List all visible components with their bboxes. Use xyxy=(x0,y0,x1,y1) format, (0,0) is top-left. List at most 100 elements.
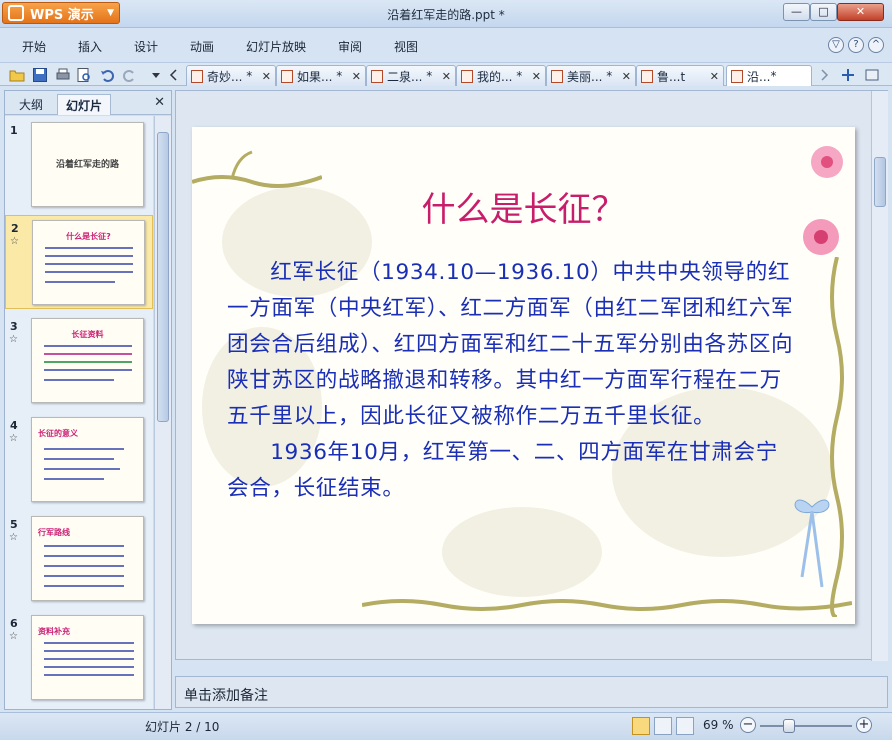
text-line xyxy=(45,255,133,257)
slide-preview-title: 行军路线 xyxy=(38,528,70,537)
menu-bar: 开始 插入 设计 动画 幻灯片放映 审阅 视图 ▽ ? ^ xyxy=(0,32,892,60)
close-icon[interactable]: ✕ xyxy=(154,95,165,110)
slideshow-view-button[interactable] xyxy=(676,717,694,735)
slide-paragraph: 1936年10月，红军第一、二、四方面军在甘肃会宁会合，长征结束。 xyxy=(227,440,778,501)
slide-preview-title: 什么是长征? xyxy=(66,232,111,241)
help-icon[interactable]: ? xyxy=(848,37,864,53)
print-preview-icon[interactable] xyxy=(76,67,92,83)
close-tab-icon[interactable]: ✕ xyxy=(442,70,451,83)
slide-paragraph: 红军长征（1934.10—1936.10）中共中央领导的红一方面军（中央红军）、… xyxy=(227,260,794,429)
text-line xyxy=(45,281,115,283)
new-tab-icon[interactable] xyxy=(840,67,856,83)
doc-tab-label: 我的... xyxy=(477,69,513,84)
text-line xyxy=(44,478,104,480)
thumbnail-scrollbar[interactable] xyxy=(154,116,171,709)
menu-review[interactable]: 审阅 xyxy=(338,38,362,55)
pane-tabs: 大纲 幻灯片 ✕ xyxy=(5,91,171,115)
menu-slideshow[interactable]: 幻灯片放映 xyxy=(246,38,306,55)
text-line xyxy=(45,271,133,273)
animation-star-icon: ☆ xyxy=(9,334,18,345)
zoom-slider-track[interactable] xyxy=(760,725,852,727)
slide-thumbnail[interactable]: 6 ☆ 资料补充 xyxy=(5,611,153,705)
skin-icon[interactable]: ▽ xyxy=(828,37,844,53)
doc-tab-5[interactable]: 美丽... * ✕ xyxy=(546,65,636,86)
menu-home[interactable]: 开始 xyxy=(22,38,46,55)
doc-tab-2[interactable]: 如果... * ✕ xyxy=(276,65,366,86)
slide-thumbnail[interactable]: 5 ☆ 行军路线 xyxy=(5,512,153,606)
zoom-level[interactable]: 69 % xyxy=(703,718,734,732)
doc-tab-modified: * xyxy=(606,69,613,83)
text-line xyxy=(44,585,124,587)
redo-icon[interactable] xyxy=(121,67,137,83)
doc-tab-active[interactable]: 沿... * xyxy=(726,65,812,86)
close-tab-icon[interactable]: ✕ xyxy=(532,70,541,83)
animation-star-icon: ☆ xyxy=(9,631,18,642)
slide-number: 4 xyxy=(10,419,18,432)
tab-slides[interactable]: 幻灯片 xyxy=(57,94,112,115)
doc-tab-3[interactable]: 二泉... * ✕ xyxy=(366,65,456,86)
main-vertical-scrollbar[interactable] xyxy=(871,91,888,661)
menu-design[interactable]: 设计 xyxy=(134,38,158,55)
text-line xyxy=(44,575,124,577)
tab-scroll-right-icon[interactable] xyxy=(816,67,832,83)
tab-list-icon[interactable] xyxy=(864,67,880,83)
collapse-ribbon-icon[interactable]: ^ xyxy=(868,37,884,53)
doc-tab-modified: * xyxy=(336,69,343,83)
ppt-file-icon xyxy=(641,69,653,83)
close-tab-icon[interactable]: ✕ xyxy=(262,70,271,83)
doc-tab-6[interactable]: 鲁...t ✕ xyxy=(636,65,724,86)
doc-tab-1[interactable]: 奇妙... * ✕ xyxy=(186,65,276,86)
text-line xyxy=(44,545,124,547)
close-tab-icon[interactable]: ✕ xyxy=(710,70,719,83)
notes-placeholder[interactable]: 单击添加备注 xyxy=(184,685,268,705)
slide-number: 1 xyxy=(10,124,18,137)
text-line xyxy=(44,369,132,371)
zoom-slider-knob[interactable] xyxy=(783,719,795,733)
menu-insert[interactable]: 插入 xyxy=(78,38,102,55)
menu-view[interactable]: 视图 xyxy=(394,38,418,55)
normal-view-button[interactable] xyxy=(632,717,650,735)
open-folder-icon[interactable] xyxy=(9,67,25,83)
tab-outline[interactable]: 大纲 xyxy=(11,94,51,115)
undo-icon[interactable] xyxy=(100,67,116,83)
maximize-button[interactable]: □ xyxy=(810,3,837,21)
scrollbar-thumb[interactable] xyxy=(874,157,886,207)
customize-toolbar-icon[interactable] xyxy=(148,67,164,83)
doc-tab-label: 二泉... xyxy=(387,69,423,84)
slide-thumbnail[interactable]: 3 ☆ 长征资料 xyxy=(5,314,153,408)
slide-number: 2 xyxy=(11,222,19,235)
slide-preview: 沿着红军走的路 xyxy=(31,122,144,207)
slide-preview-title: 长征的意义 xyxy=(38,429,78,438)
doc-tab-modified: * xyxy=(770,69,777,83)
zoom-out-button[interactable]: − xyxy=(740,717,756,733)
slide-thumbnail-selected[interactable]: 2 ☆ 什么是长征? xyxy=(5,215,153,309)
zoom-in-button[interactable]: + xyxy=(856,717,872,733)
menu-animation[interactable]: 动画 xyxy=(190,38,214,55)
slide-thumbnail[interactable]: 1 沿着红军走的路 xyxy=(5,118,153,212)
save-icon[interactable] xyxy=(32,67,48,83)
close-tab-icon[interactable]: ✕ xyxy=(352,70,361,83)
text-line xyxy=(44,642,134,644)
notes-pane[interactable]: 单击添加备注 xyxy=(175,676,888,708)
ppt-file-icon xyxy=(281,69,293,83)
doc-tab-label: 沿... xyxy=(747,69,771,84)
slide-sorter-view-button[interactable] xyxy=(654,717,672,735)
slide-title[interactable]: 什么是长征？ xyxy=(192,182,855,231)
text-line xyxy=(44,674,134,676)
slide-count: 幻灯片 2 / 10 xyxy=(145,720,220,734)
slide-body-text[interactable]: 红军长征（1934.10—1936.10）中共中央领导的红一方面军（中央红军）、… xyxy=(227,255,797,507)
animation-star-icon: ☆ xyxy=(10,236,19,247)
text-line xyxy=(44,565,124,567)
slide-number: 3 xyxy=(10,320,18,333)
tab-scroll-left-icon[interactable] xyxy=(166,67,182,83)
minimize-button[interactable]: — xyxy=(783,3,810,21)
slide-canvas[interactable]: 什么是长征？ 红军长征（1934.10—1936.10）中共中央领导的红一方面军… xyxy=(192,127,855,624)
slide-preview: 长征的意义 xyxy=(31,417,144,502)
scrollbar-thumb[interactable] xyxy=(157,132,169,422)
print-icon[interactable] xyxy=(55,67,71,83)
text-line xyxy=(44,345,132,347)
close-tab-icon[interactable]: ✕ xyxy=(622,70,631,83)
close-button[interactable]: ✕ xyxy=(837,3,884,21)
slide-thumbnail[interactable]: 4 ☆ 长征的意义 xyxy=(5,413,153,507)
doc-tab-4[interactable]: 我的... * ✕ xyxy=(456,65,546,86)
